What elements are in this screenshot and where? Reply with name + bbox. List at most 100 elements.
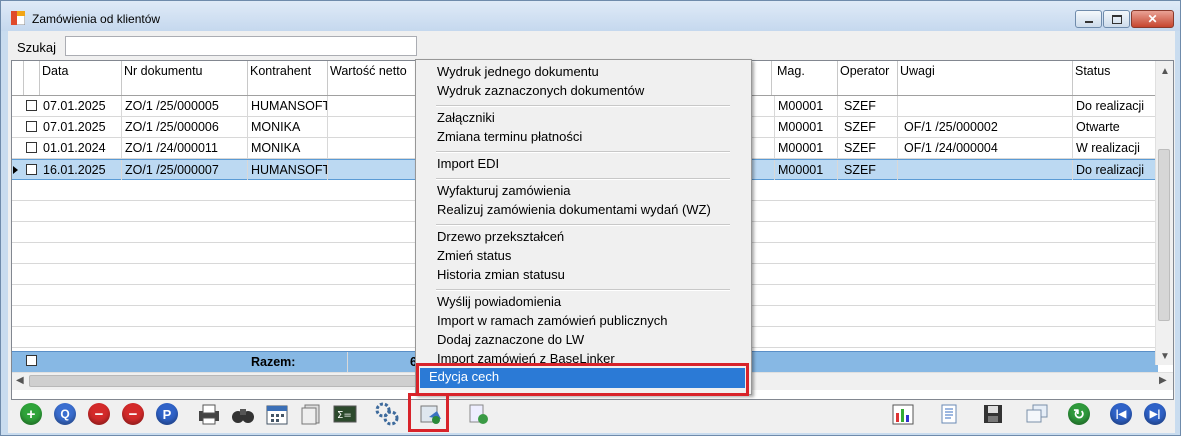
delete-checked-button[interactable]: − [120,401,146,427]
minimize-button[interactable] [1075,10,1102,28]
row-checkbox[interactable] [26,121,37,132]
windows-button[interactable] [1024,401,1050,427]
col-header-uwagi[interactable]: Uwagi [898,61,1073,95]
highlight-box-menu-item [416,363,749,396]
menu-item-print-one[interactable]: Wydruk jednego dokumentu [437,63,599,81]
row-checkbox[interactable] [26,142,37,153]
row-checkbox[interactable] [26,164,37,175]
menu-separator [436,289,730,291]
menu-item-transformation-tree[interactable]: Drzewo przekształceń [437,228,564,246]
menu-item-add-to-lw[interactable]: Dodaj zaznaczone do LW [437,331,584,349]
total-checkbox[interactable] [26,355,37,366]
calendar-button[interactable] [264,401,290,427]
cell-status: Otwarte [1073,117,1158,137]
cell-mag: M00001 [775,160,838,180]
report-button[interactable] [936,401,962,427]
cell-data: 07.01.2025 [40,117,122,137]
cell-nr: ZO/1 /25/000005 [122,96,248,116]
cell-kontrahent: HUMANSOFT [248,160,328,180]
cell-uwagi [898,160,1073,180]
search-label: Szukaj [17,40,57,55]
print-button[interactable] [196,401,222,427]
refresh-button[interactable]: ↻ [1066,401,1092,427]
menu-item-import-edi[interactable]: Import EDI [437,155,499,173]
current-row-indicator-icon [13,166,18,174]
filter-button[interactable] [298,401,324,427]
chart-button[interactable] [890,401,916,427]
document-add-button[interactable] [466,401,492,427]
calendar-icon [266,405,288,425]
report-icon [941,404,957,424]
printer-icon [199,404,219,425]
delete-icon: − [88,403,110,425]
windows-icon [1026,404,1048,423]
cell-status: Do realizacji [1073,160,1158,180]
vertical-scrollbar[interactable]: ▲ ▼ [1155,61,1173,365]
col-header-data[interactable]: Data [40,61,122,95]
delete-button[interactable]: − [86,401,112,427]
col-header-status[interactable]: Status [1073,61,1158,95]
cell-nr: ZO/1 /24/000011 [122,138,248,158]
header-checkbox [24,61,40,95]
binoculars-icon [232,409,254,423]
p-icon: P [156,403,178,425]
title-bar: Zamówienia od klientów ✕ [1,1,1180,31]
scroll-up-icon[interactable]: ▲ [1160,66,1170,77]
close-button[interactable]: ✕ [1131,10,1174,28]
highlight-box-toolbar-button [408,393,449,432]
menu-item-print-selected[interactable]: Wydruk zaznaczonych dokumentów [437,82,644,100]
formula-button[interactable]: Σ= [332,401,358,427]
p-button[interactable]: P [154,401,180,427]
cell-status: Do realizacji [1073,96,1158,116]
menu-item-import-public[interactable]: Import w ramach zamówień publicznych [437,312,667,330]
filter-icon [301,404,320,425]
menu-item-change-status[interactable]: Zmień status [437,247,511,265]
search-input[interactable] [65,36,417,56]
cell-operator: SZEF [838,160,898,180]
find-button[interactable] [230,401,256,427]
col-header-nr[interactable]: Nr dokumentu [122,61,248,95]
horizontal-scroll-thumb[interactable] [29,375,421,387]
refresh-icon: ↻ [1068,403,1090,425]
first-record-button[interactable]: |◀ [1108,401,1134,427]
cell-mag: M00001 [775,96,838,116]
app-icon [11,11,25,25]
scroll-left-icon[interactable]: ◀ [16,375,24,386]
menu-item-payment-term[interactable]: Zmiana terminu płatności [437,128,582,146]
scroll-down-icon[interactable]: ▼ [1160,351,1170,362]
gears-icon [375,402,399,426]
maximize-button[interactable] [1103,10,1130,28]
search-edit-button[interactable]: Q [52,401,78,427]
menu-item-attachments[interactable]: Załączniki [437,109,495,127]
col-header-kontrahent[interactable]: Kontrahent [248,61,328,95]
menu-item-status-history[interactable]: Historia zmian statusu [437,266,565,284]
document-add-icon [469,404,488,424]
menu-item-invoice-orders[interactable]: Wyfakturuj zamówienia [437,182,571,200]
menu-separator [436,224,730,226]
chart-icon [892,404,914,425]
cell-data: 16.01.2025 [40,160,122,180]
cell-uwagi: OF/1 /25/000002 [898,117,1073,137]
last-record-button[interactable]: ▶| [1142,401,1168,427]
save-button[interactable] [980,401,1006,427]
formula-icon: Σ= [333,405,357,423]
vertical-scroll-thumb[interactable] [1158,149,1170,321]
menu-item-send-notifications[interactable]: Wyślij powiadomienia [437,293,561,311]
row-checkbox[interactable] [26,100,37,111]
settings-button[interactable] [374,401,400,427]
menu-separator [436,105,730,107]
cell-uwagi: OF/1 /24/000004 [898,138,1073,158]
scroll-right-icon[interactable]: ▶ [1159,375,1167,386]
total-label: Razem: [248,352,348,372]
cell-nr: ZO/1 /25/000007 [122,160,248,180]
cell-data: 01.01.2024 [40,138,122,158]
col-header-mag[interactable]: Mag. [775,61,838,95]
add-button[interactable]: + [18,401,44,427]
minimize-icon [1084,21,1093,23]
menu-item-realize-wz[interactable]: Realizuj zamówienia dokumentami wydań (W… [437,201,711,219]
menu-separator [436,151,730,153]
header-indicator [12,61,24,95]
col-header-operator[interactable]: Operator [838,61,898,95]
cell-uwagi [898,96,1073,116]
svg-text:Σ=: Σ= [337,410,352,421]
